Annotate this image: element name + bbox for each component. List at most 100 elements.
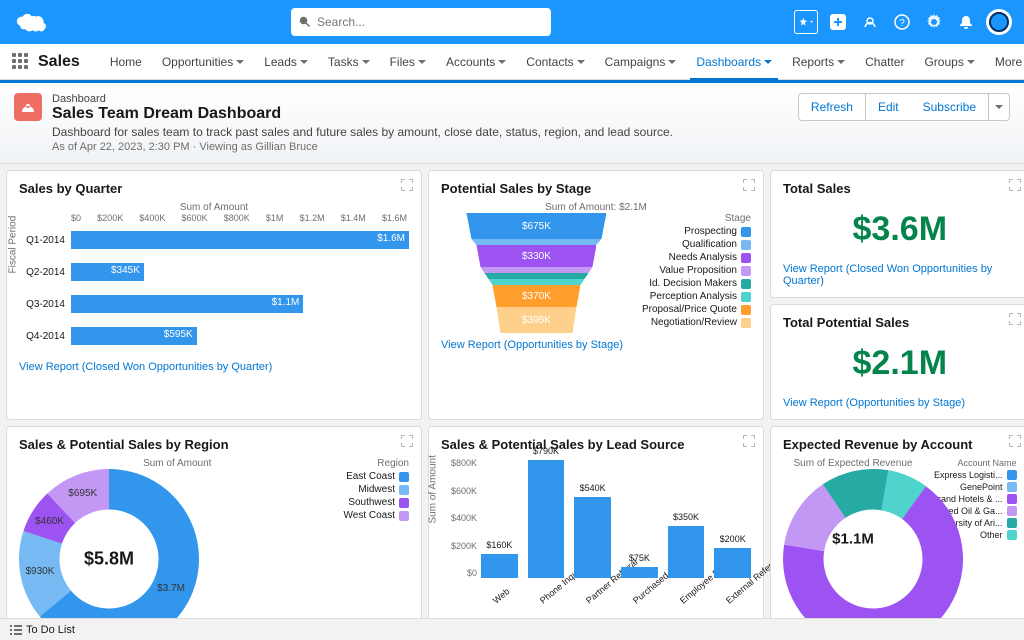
nav-contacts[interactable]: Contacts: [516, 44, 594, 80]
slice-label: $930K: [25, 566, 54, 577]
nav-files[interactable]: Files: [380, 44, 436, 80]
expand-icon[interactable]: [1009, 179, 1021, 191]
bar-value: $200K: [720, 534, 746, 544]
list-icon: [10, 624, 22, 636]
view-report-link[interactable]: View Report (Closed Won Opportunities by…: [19, 361, 272, 373]
chevron-down-icon: [236, 58, 244, 66]
nav-accounts[interactable]: Accounts: [436, 44, 516, 80]
todo-list-button[interactable]: To Do List: [26, 624, 75, 636]
page-title: Sales Team Dream Dashboard: [52, 105, 673, 123]
bar-value: $595K: [164, 329, 193, 340]
utility-bar: To Do List: [0, 618, 1024, 640]
legend-item: Value Proposition: [642, 265, 751, 276]
svg-text:?: ?: [899, 18, 905, 29]
slice-label: $460K: [35, 516, 64, 527]
funnel-segment[interactable]: $330K: [476, 245, 596, 267]
global-search[interactable]: [291, 8, 551, 36]
page-description: Dashboard for sales team to track past s…: [52, 125, 673, 139]
expand-icon[interactable]: [1009, 435, 1021, 447]
header-utility-icons: ?: [794, 9, 1012, 35]
add-button[interactable]: [826, 10, 850, 34]
card-total-sales: Total Sales $3.6M View Report (Closed Wo…: [770, 170, 1024, 298]
slice-label: $3.7M: [157, 583, 185, 594]
bar-value: $540K: [580, 483, 606, 493]
edit-button[interactable]: Edit: [866, 93, 911, 121]
funnel-segment[interactable]: $675K: [466, 213, 606, 239]
bar-value: $1.1M: [272, 297, 300, 308]
funnel-segment[interactable]: $370K: [492, 285, 580, 307]
hbar[interactable]: $1.6M: [71, 231, 409, 249]
funnel-segment[interactable]: [480, 267, 592, 273]
card-title: Potential Sales by Stage: [441, 181, 751, 196]
hbar-chart: Fiscal Period Q1-2014$1.6MQ2-2014$345KQ3…: [19, 227, 409, 349]
nav-dashboards[interactable]: Dashboards: [686, 44, 782, 80]
legend-item: Negotiation/Review: [642, 317, 751, 328]
expand-icon[interactable]: [743, 435, 755, 447]
vbar[interactable]: $160KWeb: [481, 554, 518, 578]
nav-campaigns[interactable]: Campaigns: [595, 44, 687, 80]
expand-icon[interactable]: [1009, 313, 1021, 325]
hbar[interactable]: $1.1M: [71, 295, 303, 313]
guidance-icon[interactable]: [858, 10, 882, 34]
help-icon[interactable]: ?: [890, 10, 914, 34]
notifications-bell-icon[interactable]: [954, 10, 978, 34]
nav-chatter[interactable]: Chatter: [855, 44, 914, 80]
nav-reports[interactable]: Reports: [782, 44, 855, 80]
legend-item: Prospecting: [642, 226, 751, 237]
legend-item: Id. Decision Makers: [642, 278, 751, 289]
card-sales-by-quarter: Sales by Quarter Sum of Amount $0$200K$4…: [6, 170, 422, 420]
nav-groups[interactable]: Groups: [914, 44, 984, 80]
funnel-segment[interactable]: [484, 273, 588, 279]
app-launcher-icon[interactable]: [12, 53, 28, 71]
expand-icon[interactable]: [401, 179, 413, 191]
x-axis-title: Sum of Amount: [19, 202, 409, 213]
nav-leads[interactable]: Leads: [254, 44, 318, 80]
vbar[interactable]: $350KEmployee Referral: [668, 526, 705, 579]
setup-gear-icon[interactable]: [922, 10, 946, 34]
search-input[interactable]: [317, 15, 543, 29]
category-label: Q4-2014: [19, 331, 71, 342]
hbar[interactable]: $345K: [71, 263, 144, 281]
card-title: Sales & Potential Sales by Region: [19, 437, 409, 452]
nav-tasks[interactable]: Tasks: [318, 44, 380, 80]
page-actions: Refresh Edit Subscribe: [798, 93, 1010, 121]
funnel-segment[interactable]: [488, 279, 584, 285]
hbar[interactable]: $595K: [71, 327, 197, 345]
vbar[interactable]: $540KPartner Referral: [574, 497, 611, 578]
vbar[interactable]: $200KExternal Referral: [714, 548, 751, 578]
view-report-link[interactable]: View Report (Opportunities by Stage): [441, 339, 623, 351]
expand-icon[interactable]: [743, 179, 755, 191]
legend-item: East Coast: [344, 471, 410, 482]
y-axis-title: Fiscal Period: [8, 216, 19, 274]
bar-value: $790K: [533, 446, 559, 456]
funnel-segment[interactable]: $395K: [496, 307, 576, 333]
funnel-segment[interactable]: [471, 239, 601, 245]
nav-more[interactable]: More: [985, 44, 1024, 80]
nav-opportunities[interactable]: Opportunities: [152, 44, 254, 80]
x-axis-ticks: $0$200K$400K$600K$800K$1M$1.2M$1.4M$1.6M: [71, 213, 409, 223]
subscribe-button[interactable]: Subscribe: [911, 93, 989, 121]
favorites-button[interactable]: [794, 10, 818, 34]
donut-chart: $1.1M: [783, 469, 923, 609]
object-label: Dashboard: [52, 93, 673, 105]
vbar[interactable]: $75KPurchased List: [621, 567, 658, 578]
nav-home[interactable]: Home: [100, 44, 152, 80]
metric-value: $3.6M: [783, 202, 1017, 257]
card-sales-by-lead-source: Sales & Potential Sales by Lead Source S…: [428, 426, 764, 623]
refresh-button[interactable]: Refresh: [798, 93, 866, 121]
card-title: Sales & Potential Sales by Lead Source: [441, 437, 751, 452]
legend-item: Qualification: [642, 239, 751, 250]
legend-item: Needs Analysis: [642, 252, 751, 263]
vbar[interactable]: $790KPhone Inquiry: [528, 460, 565, 579]
legend-item: Perception Analysis: [642, 291, 751, 302]
expand-icon[interactable]: [401, 435, 413, 447]
category-label: Q2-2014: [19, 267, 71, 278]
card-title: Total Sales: [783, 181, 1017, 196]
user-avatar[interactable]: [986, 9, 1012, 35]
view-report-link[interactable]: View Report (Opportunities by Stage): [783, 397, 965, 409]
more-actions-button[interactable]: [989, 93, 1010, 121]
view-report-link[interactable]: View Report (Closed Won Opportunities by…: [783, 263, 1017, 287]
bar-value: $345K: [111, 265, 140, 276]
donut-subtitle: Sum of Amount: [19, 458, 336, 469]
card-title: Expected Revenue by Account: [783, 437, 1017, 452]
